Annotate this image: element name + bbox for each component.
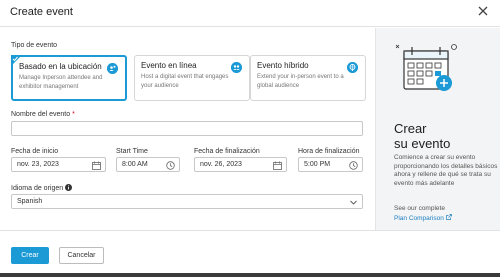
calendar-icon[interactable] — [92, 161, 101, 170]
checkmark-icon — [12, 56, 18, 62]
chevron-down-icon — [350, 200, 357, 205]
start-time-input[interactable]: 8:00 AM — [116, 157, 180, 172]
clock-icon[interactable] — [166, 161, 175, 170]
backdrop-strip — [0, 273, 500, 277]
event-type-label: Tipo de evento — [11, 42, 58, 49]
end-time-label: Hora de finalización — [298, 148, 360, 155]
source-language-value: Spanish — [17, 198, 43, 205]
cancel-button[interactable]: Cancelar — [59, 247, 104, 264]
clock-icon[interactable] — [349, 161, 358, 170]
calendar-icon[interactable] — [273, 161, 282, 170]
event-type-card-hybrid[interactable]: Evento híbrido Extend your in-person eve… — [250, 55, 366, 101]
online-people-icon — [231, 62, 242, 73]
dialog-footer: Crear Cancelar — [0, 230, 500, 273]
card-title: Evento en línea — [141, 61, 197, 70]
start-time-value: 8:00 AM — [122, 161, 148, 168]
close-icon[interactable] — [476, 4, 490, 18]
start-date-label: Fecha de inicio — [11, 148, 59, 155]
card-description: Extend your in-person event to a global … — [257, 74, 344, 89]
dialog-header: Create event — [0, 0, 500, 27]
plan-comparison-link[interactable]: Plan Comparison — [394, 214, 452, 222]
info-side-panel: Crear su evento Comience a crear su even… — [375, 28, 500, 230]
event-name-label: Nombre del evento * — [11, 111, 75, 118]
card-description: Manage Inperson attendee and exhibitor m… — [19, 75, 103, 90]
location-person-icon — [107, 63, 118, 74]
start-date-value: nov. 23, 2023 — [17, 161, 59, 168]
source-language-select[interactable]: Spanish — [11, 194, 363, 209]
card-title: Basado en la ubicación — [19, 62, 102, 71]
create-event-dialog: Create event Tipo de evento Basado en la… — [0, 0, 500, 273]
dialog-title: Create event — [10, 6, 73, 18]
card-title: Evento híbrido — [257, 61, 309, 70]
event-type-card-online[interactable]: Evento en línea Host a digital event tha… — [134, 55, 250, 101]
side-panel-see-text: See our complete — [394, 205, 445, 212]
form-area: Tipo de evento Basado en la ubicación Ma… — [0, 28, 375, 230]
globe-location-icon — [347, 62, 358, 73]
end-time-input[interactable]: 5:00 PM — [298, 157, 363, 172]
start-time-label: Start Time — [116, 148, 148, 155]
card-description: Host a digital event that engages your a… — [141, 74, 229, 89]
info-icon[interactable] — [65, 184, 73, 191]
side-panel-title: Crear su evento — [394, 121, 451, 151]
external-link-icon — [445, 214, 452, 220]
create-button[interactable]: Crear — [11, 247, 49, 264]
event-type-card-location[interactable]: Basado en la ubicación Manage Inperson a… — [11, 55, 127, 101]
end-date-value: nov. 26, 2023 — [200, 161, 242, 168]
end-date-input[interactable]: nov. 26, 2023 — [194, 157, 287, 172]
side-panel-description: Comience a crear su evento proporcionand… — [394, 154, 498, 187]
end-time-value: 5:00 PM — [304, 161, 331, 168]
event-name-input[interactable] — [11, 121, 363, 136]
source-language-label: Idioma de origen — [11, 184, 73, 192]
calendar-illustration-icon — [395, 44, 457, 91]
start-date-input[interactable]: nov. 23, 2023 — [11, 157, 106, 172]
end-date-label: Fecha de finalización — [194, 148, 260, 155]
